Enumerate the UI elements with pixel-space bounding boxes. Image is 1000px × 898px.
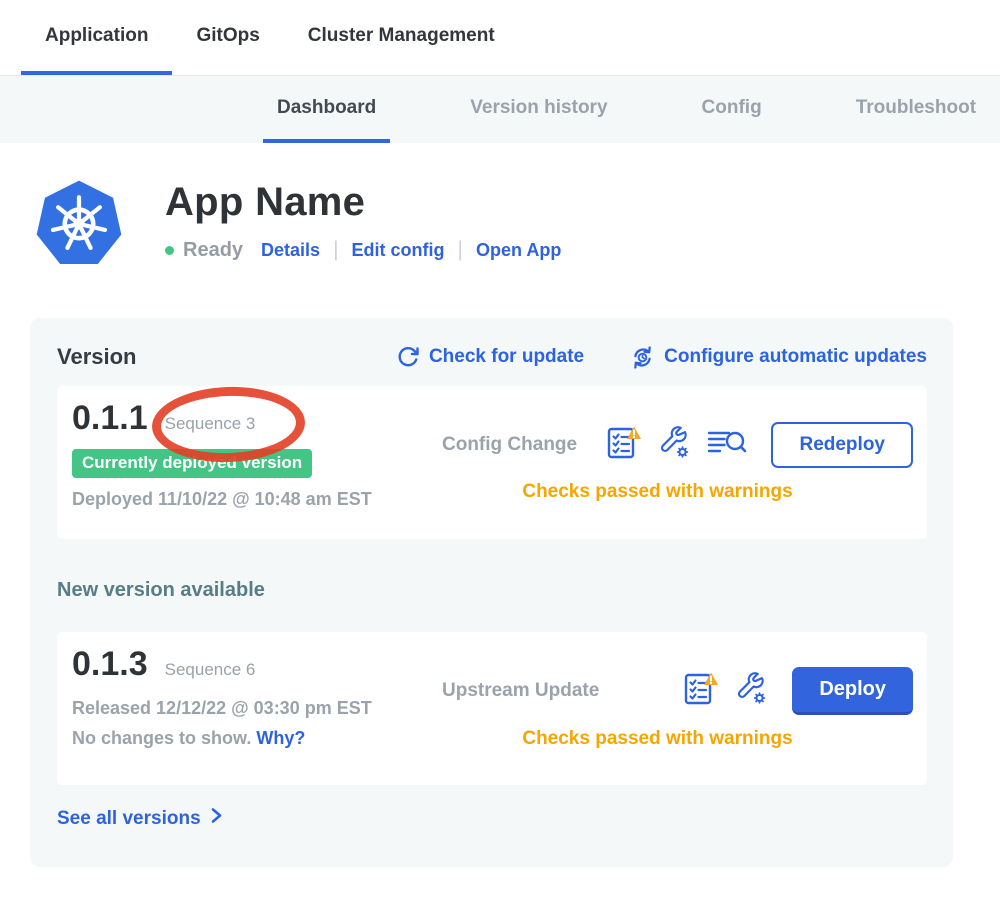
preflight-checks-icon[interactable] <box>682 671 718 712</box>
tab-cluster-management-label: Cluster Management <box>308 25 495 47</box>
released-timestamp: Released 12/12/22 @ 03:30 pm EST <box>72 698 402 719</box>
preflight-checks-icon[interactable] <box>605 425 641 466</box>
kubernetes-logo-icon <box>33 176 125 270</box>
scheduled-update-icon <box>630 345 655 370</box>
deploy-button[interactable]: Deploy <box>792 667 913 715</box>
tab-version-history[interactable]: Version history <box>456 76 621 143</box>
no-changes-label: No changes to show. <box>72 728 251 748</box>
why-link[interactable]: Why? <box>256 728 305 748</box>
preflight-result-text: Checks passed with warnings <box>402 728 913 750</box>
view-logs-icon[interactable] <box>707 428 747 463</box>
version-source-label: Upstream Update <box>442 680 599 702</box>
app-info: App Name Ready Details | Edit config | O… <box>165 176 561 270</box>
app-status-row: Ready Details | Edit config | Open App <box>165 238 561 262</box>
available-version-sequence: Sequence 6 <box>165 660 256 680</box>
see-all-versions-link[interactable]: See all versions <box>57 807 927 830</box>
chevron-right-icon <box>210 807 223 830</box>
tab-cluster-management[interactable]: Cluster Management <box>284 0 519 75</box>
check-for-update-link[interactable]: Check for update <box>396 345 584 369</box>
divider: | <box>458 238 463 262</box>
deployed-timestamp: Deployed 11/10/22 @ 10:48 am EST <box>72 489 402 510</box>
tab-config-label: Config <box>702 97 762 119</box>
available-version-card: 0.1.3 Sequence 6 Released 12/12/22 @ 03:… <box>57 632 927 785</box>
available-version-info: 0.1.3 Sequence 6 Released 12/12/22 @ 03:… <box>72 645 402 772</box>
app-section-nav: Dashboard Version history Config Trouble… <box>0 75 1000 143</box>
refresh-icon <box>396 345 420 369</box>
tab-troubleshoot[interactable]: Troubleshoot <box>842 76 990 143</box>
no-changes-text: No changes to show. Why? <box>72 728 402 749</box>
current-version-info: 0.1.1 Sequence 3 Currently deployed vers… <box>72 399 402 526</box>
tab-version-history-label: Version history <box>470 97 607 119</box>
version-panel-title: Version <box>57 344 136 370</box>
current-version-actions: Config Change <box>402 399 913 526</box>
status-ready-dot-icon <box>165 246 174 255</box>
available-version-number: 0.1.3 <box>72 645 148 684</box>
status-text: Ready <box>183 239 243 262</box>
version-source-label: Config Change <box>442 434 577 456</box>
tab-application[interactable]: Application <box>21 0 172 75</box>
version-status-icons <box>682 671 768 712</box>
check-for-update-label: Check for update <box>429 346 584 368</box>
tab-dashboard[interactable]: Dashboard <box>263 76 390 143</box>
tab-application-label: Application <box>45 25 148 47</box>
current-version-line: 0.1.1 Sequence 3 <box>72 399 402 438</box>
version-panel-header: Version Check for update <box>57 344 927 370</box>
redeploy-button[interactable]: Redeploy <box>771 422 913 468</box>
currently-deployed-badge: Currently deployed version <box>72 449 312 478</box>
current-version-actions-row: Config Change <box>402 422 913 468</box>
tab-config[interactable]: Config <box>688 76 776 143</box>
version-status-icons <box>605 425 747 466</box>
configure-automatic-updates-label: Configure automatic updates <box>664 346 927 368</box>
app-name: App Name <box>165 180 561 225</box>
configure-automatic-updates-link[interactable]: Configure automatic updates <box>630 345 927 370</box>
current-version-sequence: Sequence 3 <box>165 414 256 434</box>
version-panel: Version Check for update <box>30 318 953 867</box>
tab-gitops-label: GitOps <box>196 25 259 47</box>
tab-dashboard-label: Dashboard <box>277 97 376 119</box>
details-link[interactable]: Details <box>261 240 320 261</box>
edit-config-link[interactable]: Edit config <box>352 240 445 261</box>
divider: | <box>333 238 338 262</box>
see-all-versions-label: See all versions <box>57 808 201 830</box>
open-app-link[interactable]: Open App <box>476 240 561 261</box>
available-version-line: 0.1.3 Sequence 6 <box>72 645 402 684</box>
edit-config-icon[interactable] <box>657 426 691 465</box>
primary-nav: Application GitOps Cluster Management <box>0 0 1000 75</box>
tab-gitops[interactable]: GitOps <box>172 0 283 75</box>
current-version-number: 0.1.1 <box>72 399 148 438</box>
app-header: App Name Ready Details | Edit config | O… <box>33 176 1000 270</box>
available-version-actions: Upstream Update <box>402 645 913 772</box>
preflight-result-text: Checks passed with warnings <box>402 481 913 503</box>
available-version-actions-row: Upstream Update <box>402 667 913 715</box>
current-version-card: 0.1.1 Sequence 3 Currently deployed vers… <box>57 386 927 539</box>
new-version-heading: New version available <box>57 579 927 602</box>
edit-config-icon[interactable] <box>734 672 768 711</box>
tab-troubleshoot-label: Troubleshoot <box>856 97 976 119</box>
